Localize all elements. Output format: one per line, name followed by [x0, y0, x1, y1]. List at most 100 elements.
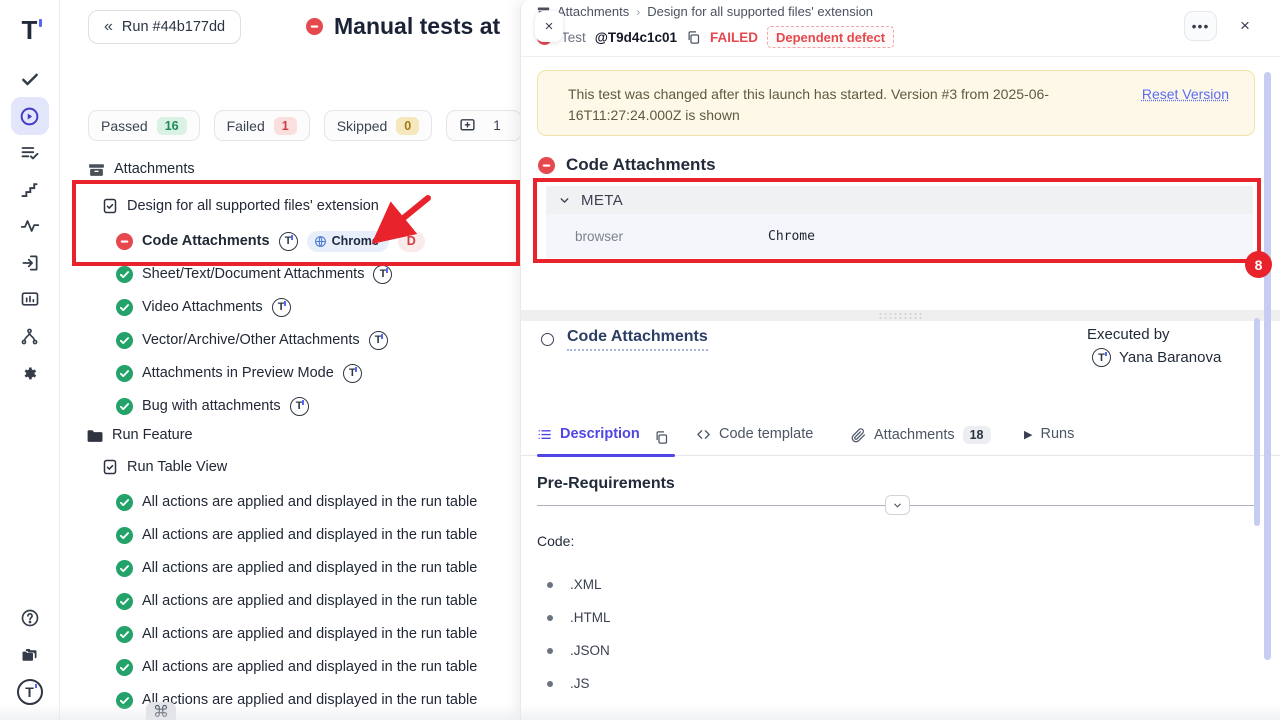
list-icon — [537, 427, 552, 442]
defect-badge[interactable]: D — [398, 231, 425, 252]
branch-icon[interactable] — [11, 317, 49, 355]
failed-status-icon — [306, 18, 323, 35]
steps-icon[interactable] — [11, 171, 49, 209]
document-check-icon — [102, 198, 118, 214]
testomat-tag-icon: T — [279, 232, 298, 251]
list-check-icon[interactable] — [11, 134, 49, 172]
test-run-table-action[interactable]: All actions are applied and displayed in… — [116, 522, 477, 548]
test-bug-with-attachments[interactable]: Bug with attachments T — [116, 393, 309, 419]
tab-code-template[interactable]: Code template — [696, 426, 813, 442]
breadcrumb: Attachments › Design for all supported f… — [537, 4, 873, 19]
reset-version-link[interactable]: Reset Version — [1142, 86, 1229, 102]
chevrons-left-icon: « — [104, 18, 113, 36]
bullet-item: .JS — [547, 676, 590, 691]
bullet-item: .HTML — [547, 610, 611, 625]
tab-attachments[interactable]: Attachments 18 — [851, 426, 991, 444]
play-icon: ▶ — [1024, 428, 1032, 441]
close-panel-icon[interactable]: × — [1235, 16, 1255, 36]
meta-row: browser Chrome — [546, 214, 1253, 258]
run-tree-panel: « Run #44b177dd Manual tests at × Passed… — [60, 0, 520, 720]
test-attachments-preview-mode[interactable]: Attachments in Preview Mode T — [116, 360, 362, 386]
account-logo-icon[interactable]: T — [11, 673, 49, 711]
test-run-table-action[interactable]: All actions are applied and displayed in… — [116, 654, 477, 680]
pulse-icon[interactable] — [11, 207, 49, 245]
unexecuted-status-icon — [541, 333, 554, 346]
tab-runs[interactable]: ▶ Runs — [1024, 426, 1074, 442]
bullet-icon — [547, 681, 553, 687]
docs-icon[interactable] — [11, 636, 49, 674]
collapse-section-button[interactable] — [885, 495, 910, 515]
passed-status-icon — [116, 299, 133, 316]
executed-test-title-text[interactable]: Code Attachments — [567, 328, 708, 351]
breadcrumb-root[interactable]: Attachments — [557, 4, 629, 19]
passed-status-icon — [116, 365, 133, 382]
header-divider — [521, 56, 1280, 57]
code-label: Code: — [537, 533, 574, 549]
panel-splitter[interactable] — [521, 310, 1280, 321]
copy-icon[interactable] — [686, 30, 701, 45]
active-tab-underline — [537, 454, 675, 457]
more-menu-button[interactable]: ••• — [1184, 11, 1217, 41]
user-avatar: T — [1092, 348, 1111, 367]
filter-skipped[interactable]: Skipped 0 — [324, 110, 433, 141]
passed-status-icon — [116, 527, 133, 544]
testomat-tag-icon: T — [343, 364, 362, 383]
app-root: T T — [0, 0, 1280, 720]
comment-plus-icon — [459, 117, 476, 134]
test-sheet-text-document[interactable]: Sheet/Text/Document Attachments T — [116, 261, 392, 287]
bullet-icon — [547, 582, 553, 588]
meta-key: browser — [546, 229, 768, 244]
import-icon[interactable] — [11, 244, 49, 282]
passed-status-icon — [116, 266, 133, 283]
dependent-defect-badge[interactable]: Dependent defect — [767, 26, 894, 48]
breadcrumb-current[interactable]: Design for all supported files' extensio… — [647, 4, 873, 19]
bullet-icon — [547, 648, 553, 654]
test-header: Test @T9d4c1c01 FAILED Dependent defect — [537, 26, 894, 48]
filter-comments[interactable]: 1 — [446, 110, 522, 141]
suite-run-feature[interactable]: Run Feature — [86, 422, 193, 448]
passed-status-icon — [116, 332, 133, 349]
document-check-icon — [102, 459, 118, 475]
code-icon — [696, 427, 711, 442]
passed-count-badge: 16 — [157, 117, 187, 135]
filter-failed[interactable]: Failed 1 — [214, 110, 310, 141]
app-logo[interactable]: T — [11, 11, 49, 49]
section-scrollbar[interactable] — [1254, 318, 1260, 526]
test-run-table-action[interactable]: All actions are applied and displayed in… — [116, 621, 477, 647]
group-run-table-view[interactable]: Run Table View — [102, 454, 227, 480]
test-run-table-action[interactable]: All actions are applied and displayed in… — [116, 489, 477, 515]
group-design-files[interactable]: Design for all supported files' extensio… — [102, 193, 379, 219]
run-title: Manual tests at — [334, 13, 500, 40]
testomat-tag-icon: T — [272, 298, 291, 317]
test-detail-panel: Attachments › Design for all supported f… — [520, 0, 1280, 720]
comment-count: 1 — [485, 116, 509, 135]
chrome-badge[interactable]: Chrome — [307, 231, 389, 252]
check-icon[interactable] — [11, 60, 49, 98]
executed-by-name: Yana Baranova — [1119, 349, 1221, 366]
suite-attachments[interactable]: Attachments — [88, 156, 195, 182]
test-run-table-action[interactable]: All actions are applied and displayed in… — [116, 588, 477, 614]
test-vector-archive-other[interactable]: Vector/Archive/Other Attachments T — [116, 327, 388, 353]
bullet-item: .JSON — [547, 643, 610, 658]
bullet-item: .XML — [547, 577, 602, 592]
copy-description-icon[interactable] — [654, 430, 669, 445]
test-id: @T9d4c1c01 — [595, 30, 677, 45]
back-to-run-button[interactable]: « Run #44b177dd — [88, 10, 241, 44]
test-code-attachments[interactable]: Code Attachments T Chrome D — [116, 228, 425, 254]
settings-gear-icon[interactable] — [11, 354, 49, 392]
analytics-icon[interactable] — [11, 280, 49, 318]
test-run-table-action[interactable]: All actions are applied and displayed in… — [116, 555, 477, 581]
prerequirements-heading: Pre-Requirements — [537, 475, 675, 493]
passed-status-icon — [116, 593, 133, 610]
meta-section-header[interactable]: META — [546, 186, 1253, 214]
runs-play-icon[interactable] — [11, 97, 49, 135]
close-run-icon[interactable]: × — [535, 11, 563, 42]
passed-status-icon — [116, 659, 133, 676]
help-icon[interactable] — [11, 599, 49, 637]
test-video-attachments[interactable]: Video Attachments T — [116, 294, 291, 320]
panel-scrollbar[interactable] — [1264, 72, 1271, 660]
filter-passed[interactable]: Passed 16 — [88, 110, 200, 141]
globe-icon — [314, 235, 327, 248]
tab-description[interactable]: Description — [537, 426, 640, 442]
passed-status-icon — [116, 494, 133, 511]
